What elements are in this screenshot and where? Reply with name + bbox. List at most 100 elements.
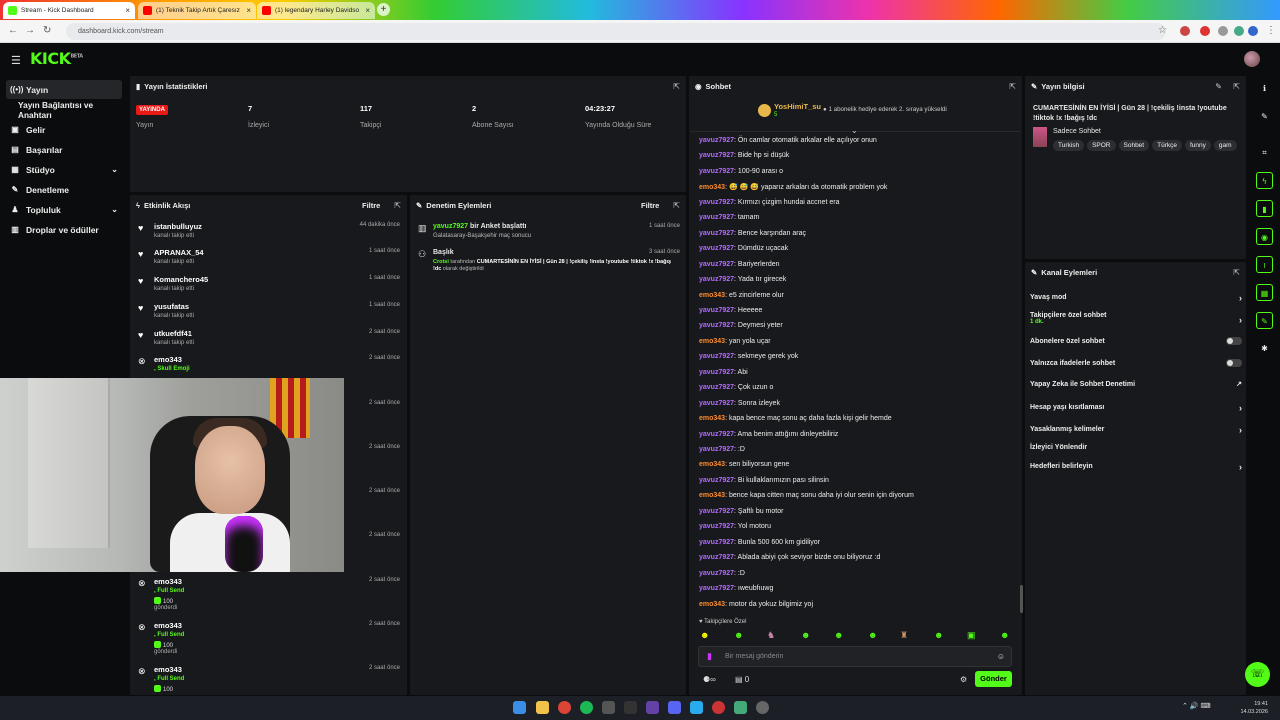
emote-icon[interactable]: ☻ — [834, 630, 843, 640]
bookmark-star-icon[interactable]: ☆ — [1158, 25, 1167, 36]
telegram-icon[interactable] — [690, 701, 703, 714]
event-user[interactable]: emo343 — [154, 355, 182, 364]
action-slow-mode[interactable]: Yavaş mod › — [1030, 293, 1242, 303]
chat-username[interactable]: yavuz7927 — [699, 384, 734, 391]
popout-icon[interactable]: ⇱ — [1233, 268, 1240, 277]
action-set-goals[interactable]: Hedefleri belirleyin › — [1030, 462, 1242, 472]
wrench-icon[interactable]: ✎ — [1256, 312, 1273, 329]
tag-chip[interactable]: Sohbet — [1118, 140, 1150, 151]
chat-fab-button[interactable]: ☏ — [1245, 662, 1270, 687]
chat-username[interactable]: yavuz7927 — [699, 508, 734, 515]
chat-username[interactable]: yavuz7927 — [699, 245, 734, 252]
tab-youtube-2[interactable]: (1) legendary Harley Davidson × — [257, 2, 375, 19]
chat-username[interactable]: yavuz7927 — [699, 477, 734, 484]
emote-icon[interactable]: ♞ — [767, 630, 775, 641]
filter-button[interactable]: Filtre — [641, 201, 659, 210]
emote-icon[interactable]: ☻ — [1000, 630, 1009, 640]
edit-icon[interactable]: ✎ — [1256, 108, 1273, 125]
chat-username[interactable]: emo343 — [699, 492, 725, 499]
chat-username[interactable]: emo343 — [699, 292, 725, 299]
close-icon[interactable]: × — [125, 6, 130, 15]
chat-username[interactable]: yavuz7927 — [699, 369, 734, 376]
new-tab-button[interactable]: + — [377, 3, 390, 16]
event-user[interactable]: Komanchero45 — [154, 275, 208, 284]
discord-icon[interactable] — [668, 701, 681, 714]
chat-input[interactable]: ▮ Bir mesaj gönderin ☺ — [698, 646, 1012, 667]
send-button[interactable]: Gönder — [975, 671, 1012, 687]
crop-icon[interactable]: ⌗ — [1256, 144, 1273, 161]
emote-icon[interactable]: ☻ — [801, 630, 810, 640]
event-user[interactable]: emo343 — [154, 665, 182, 674]
action-account-age[interactable]: Hesap yaşı kısıtlaması › — [1030, 403, 1242, 413]
chat-username[interactable]: yavuz7927 — [699, 322, 734, 329]
chat-username[interactable]: yavuz7927 — [699, 585, 734, 592]
category-name[interactable]: Sadece Sohbet — [1053, 128, 1101, 135]
filter-button[interactable]: Filtre — [362, 201, 380, 210]
forward-icon[interactable]: → — [25, 25, 35, 36]
chat-username[interactable]: yavuz7927 — [699, 230, 734, 237]
chat-icon[interactable]: ◉ — [1256, 228, 1273, 245]
tag-chip[interactable]: Türkçe — [1152, 140, 1182, 151]
chat-username[interactable]: yavuz7927 — [699, 137, 734, 144]
action-banned-words[interactable]: Yasaklanmış kelimeler › — [1030, 425, 1242, 435]
info-icon[interactable]: ℹ — [1256, 80, 1273, 97]
sidebar-item-denetleme[interactable]: ✎ Denetleme — [6, 180, 122, 199]
action-subscribers-only[interactable]: Abonelere özel sohbet — [1030, 337, 1242, 345]
sidebar-item-gelir[interactable]: ▣ Gelir — [6, 120, 122, 139]
extension-icon[interactable] — [1218, 26, 1228, 36]
chat-username[interactable]: yavuz7927 — [699, 554, 734, 561]
chat-username[interactable]: emo343 — [699, 601, 725, 608]
extension-icon[interactable] — [1200, 26, 1210, 36]
chat-username[interactable]: emo343 — [699, 461, 725, 468]
chat-username[interactable]: yavuz7927 — [699, 539, 734, 546]
emote-icon[interactable]: ☻ — [700, 630, 709, 640]
extension-icon[interactable] — [1234, 26, 1244, 36]
sidebar-item-yayin[interactable]: ((•)) Yayın — [6, 80, 122, 99]
emote-icon[interactable]: ☻ — [734, 630, 743, 640]
chat-username[interactable]: yavuz7927 — [699, 523, 734, 530]
kicks-icon[interactable]: ⚈∞ — [703, 675, 716, 684]
popout-icon[interactable]: ⇱ — [673, 201, 680, 210]
app-icon[interactable] — [734, 701, 747, 714]
sidebar-item-basarilar[interactable]: ▤ Başarılar — [6, 140, 122, 159]
close-icon[interactable]: × — [365, 6, 370, 15]
action-emotes-only[interactable]: Yalnızca ifadelerle sohbet — [1030, 359, 1242, 367]
popout-icon[interactable]: ⇱ — [673, 82, 680, 91]
pinned-user[interactable]: YosHimiT_su — [774, 102, 821, 111]
file-explorer-icon[interactable] — [536, 701, 549, 714]
chrome-icon[interactable] — [558, 701, 571, 714]
event-user[interactable]: utkuefdf41 — [154, 329, 192, 338]
reload-icon[interactable]: ↻ — [43, 25, 51, 36]
mod-user[interactable]: Crotsi — [433, 259, 449, 265]
chat-username[interactable]: yavuz7927 — [699, 353, 734, 360]
sidebar-item-droplar[interactable]: ▥ Droplar ve ödüller — [6, 220, 122, 239]
popout-icon[interactable]: ⇱ — [1233, 82, 1240, 91]
spotify-icon[interactable] — [580, 701, 593, 714]
hamburger-icon[interactable]: ☰ — [11, 54, 21, 67]
system-clock[interactable]: 19:41 14.03.2026 — [1240, 700, 1268, 716]
event-user[interactable]: emo343 — [154, 621, 182, 630]
settings-icon[interactable]: ✱ — [1256, 340, 1273, 357]
chat-username[interactable]: emo343 — [699, 415, 725, 422]
chat-username[interactable]: yavuz7927 — [699, 446, 734, 453]
url-field[interactable]: dashboard.kick.com/stream — [66, 23, 1166, 40]
sidebar-item-topluluk[interactable]: ♟ Topluluk ⌄ — [6, 200, 122, 219]
kick-logo[interactable]: KICKBETA — [30, 49, 83, 68]
chevron-down-icon[interactable]: ⌄ — [851, 126, 858, 135]
event-user[interactable]: istanbulluyuz — [154, 222, 202, 231]
chat-username[interactable]: yavuz7927 — [699, 168, 734, 175]
trash-icon[interactable]: ▮ — [1256, 200, 1273, 217]
event-user[interactable]: emo343 — [154, 577, 182, 586]
profile-icon[interactable] — [1248, 26, 1258, 36]
event-user[interactable]: APRANAX_54 — [154, 248, 204, 257]
chat-username[interactable]: yavuz7927 — [699, 214, 734, 221]
app-icon[interactable] — [712, 701, 725, 714]
chat-username[interactable]: yavuz7927 — [699, 199, 734, 206]
chat-username[interactable]: yavuz7927 — [699, 431, 734, 438]
close-icon[interactable]: × — [246, 6, 251, 15]
tag-chip[interactable]: gam — [1213, 140, 1237, 151]
chat-username[interactable]: emo343 — [699, 184, 725, 191]
broadcast-icon[interactable]: ≀ — [1256, 256, 1273, 273]
toggle-switch[interactable] — [1226, 359, 1242, 367]
tray-icons[interactable]: ⌃ 🔊 ⌨ — [1182, 702, 1211, 710]
